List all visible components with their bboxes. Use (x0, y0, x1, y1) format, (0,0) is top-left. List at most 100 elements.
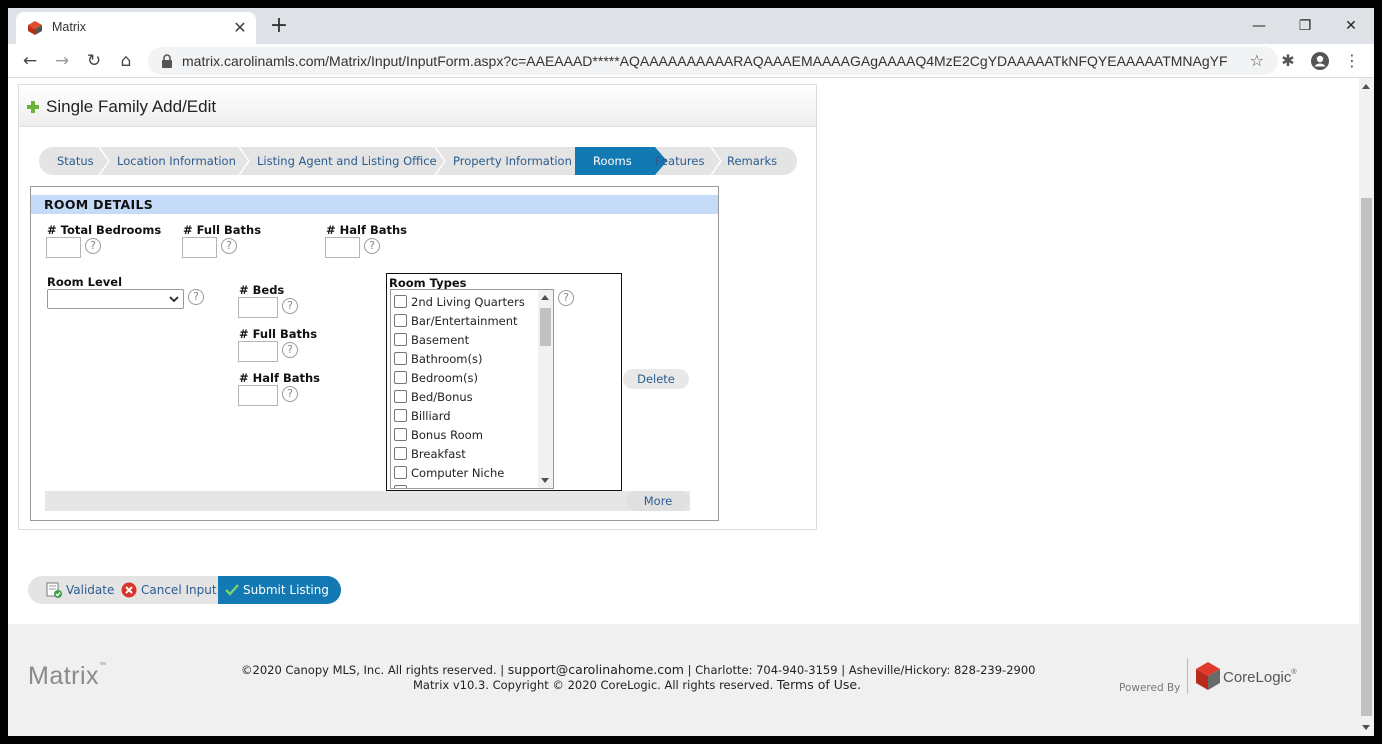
terms-of-use-link[interactable]: Terms of Use. (777, 677, 861, 692)
powered-by-label: Powered By (1119, 682, 1181, 694)
url-text[interactable]: matrix.carolinamls.com/Matrix/Input/Inpu… (182, 53, 1227, 69)
room-half-baths-label: # Half Baths (239, 371, 321, 385)
form-steps: Status Location Information Listing Agen… (39, 147, 797, 175)
form-header: Single Family Add/Edit (19, 85, 816, 127)
submit-listing-button[interactable]: Submit Listing (218, 576, 341, 604)
help-icon[interactable]: ? (558, 290, 574, 306)
room-level-select[interactable] (47, 289, 184, 309)
cancel-input-button[interactable]: Cancel Input (141, 576, 217, 604)
half-baths-label: # Half Baths (326, 223, 408, 237)
tab-close-icon[interactable]: ✕ (230, 18, 250, 38)
matrix-logo: Matrix™ (28, 662, 107, 691)
beds-input[interactable] (238, 297, 278, 318)
scroll-up-icon[interactable] (541, 295, 549, 300)
version-text: Matrix v10.3. Copyright © 2020 CoreLogic… (413, 678, 777, 692)
checkbox[interactable] (394, 409, 407, 422)
checkmark-icon (225, 584, 239, 596)
more-button[interactable]: More (626, 491, 690, 511)
help-icon[interactable]: ? (282, 386, 298, 402)
room-types-list[interactable]: 2nd Living Quarters Bar/Entertainment Ba… (390, 289, 554, 489)
help-icon[interactable]: ? (188, 289, 204, 305)
validate-icon (46, 582, 62, 598)
total-bedrooms-label: # Total Bedrooms (47, 223, 162, 237)
checkbox[interactable] (394, 428, 407, 441)
new-tab-button[interactable]: + (266, 14, 292, 40)
scroll-down-icon[interactable] (541, 478, 549, 483)
support-email-link[interactable]: support@carolinahome.com (508, 662, 684, 677)
footer: Matrix™ ©2020 Canopy MLS, Inc. All right… (8, 624, 1359, 736)
checkbox[interactable] (394, 314, 407, 327)
scroll-thumb[interactable] (540, 308, 551, 346)
checkbox[interactable] (394, 371, 407, 384)
forward-button[interactable]: → (48, 47, 76, 75)
back-button[interactable]: ← (16, 47, 44, 75)
page-scrollbar[interactable] (1359, 78, 1374, 736)
matrix-logo-tm: ™ (99, 662, 107, 669)
help-icon[interactable]: ? (282, 342, 298, 358)
extensions-icon[interactable]: ✱ (1274, 47, 1302, 75)
scroll-down-icon[interactable] (1362, 725, 1370, 730)
matrix-favicon-icon (28, 21, 42, 35)
section-title: ROOM DETAILS (44, 197, 154, 212)
tab-property-information[interactable]: Property Information (453, 147, 572, 175)
checkbox[interactable] (394, 485, 407, 488)
page-content: Single Family Add/Edit Status Location I… (8, 78, 1374, 736)
maximize-button[interactable]: ❐ (1282, 12, 1328, 40)
list-scrollbar[interactable] (538, 290, 553, 488)
room-types-label: Room Types (389, 276, 467, 290)
tab-listing-agent[interactable]: Listing Agent and Listing Office (257, 147, 437, 175)
browser-tab[interactable]: Matrix ✕ (16, 12, 256, 44)
plus-icon (27, 101, 39, 113)
browser-menu-icon[interactable]: ⋮ (1338, 47, 1366, 75)
checkbox[interactable] (394, 447, 407, 460)
scroll-up-icon[interactable] (1362, 84, 1370, 89)
total-bedrooms-input[interactable] (46, 237, 81, 258)
help-icon[interactable]: ? (282, 298, 298, 314)
avatar (1311, 52, 1329, 70)
matrix-logo-text: Matrix (28, 662, 100, 690)
validate-button[interactable]: Validate (66, 576, 114, 604)
full-baths-label: # Full Baths (183, 223, 262, 237)
step-separator (238, 147, 250, 175)
room-full-baths-input[interactable] (238, 341, 278, 362)
browser-toolbar: ← → ↻ ⌂ matrix.carolinamls.com/Matrix/In… (8, 44, 1374, 78)
checkbox[interactable] (394, 352, 407, 365)
tab-title: Matrix (52, 20, 87, 34)
reload-button[interactable]: ↻ (80, 47, 108, 75)
tab-status[interactable]: Status (57, 147, 94, 175)
corelogic-name: CoreLogic (1223, 669, 1292, 686)
checkbox[interactable] (394, 466, 407, 479)
submit-listing-label: Submit Listing (243, 583, 329, 597)
page-title: Single Family Add/Edit (46, 97, 217, 116)
tab-strip: Matrix ✕ + — ❐ ✕ (8, 8, 1374, 44)
tab-location-information[interactable]: Location Information (117, 147, 236, 175)
scroll-thumb[interactable] (1361, 198, 1372, 716)
full-baths-input[interactable] (182, 237, 217, 258)
checkbox[interactable] (394, 390, 407, 403)
tab-features[interactable]: Features (655, 147, 704, 175)
form-actions: Validate Cancel Input Submit Listing (28, 576, 341, 604)
corelogic-logo-icon (1196, 662, 1220, 690)
half-baths-input[interactable] (325, 237, 360, 258)
corelogic-logo-text: CoreLogic® (1223, 669, 1297, 686)
help-icon[interactable]: ? (221, 238, 237, 254)
corelogic-tm: ® (1291, 669, 1297, 676)
window-close-button[interactable]: ✕ (1328, 12, 1374, 40)
checkbox[interactable] (394, 333, 407, 346)
tab-rooms[interactable]: Rooms (593, 147, 632, 175)
minimize-button[interactable]: — (1236, 12, 1282, 40)
divider (1187, 658, 1188, 694)
checkbox[interactable] (394, 295, 407, 308)
help-icon[interactable]: ? (85, 238, 101, 254)
delete-button[interactable]: Delete (623, 369, 689, 389)
profile-icon[interactable] (1306, 47, 1334, 75)
address-bar[interactable]: matrix.carolinamls.com/Matrix/Input/Inpu… (148, 47, 1278, 75)
home-button[interactable]: ⌂ (112, 47, 140, 75)
browser-window: Matrix ✕ + — ❐ ✕ ← → ↻ ⌂ matrix.carolina… (8, 8, 1374, 736)
help-icon[interactable]: ? (364, 238, 380, 254)
section-header: ROOM DETAILS (31, 195, 718, 214)
tab-remarks[interactable]: Remarks (727, 147, 777, 175)
phone-numbers: | Charlotte: 704-940-3159 | Asheville/Hi… (683, 663, 1036, 677)
bookmark-star-icon[interactable]: ☆ (1250, 51, 1264, 70)
room-half-baths-input[interactable] (238, 385, 278, 406)
